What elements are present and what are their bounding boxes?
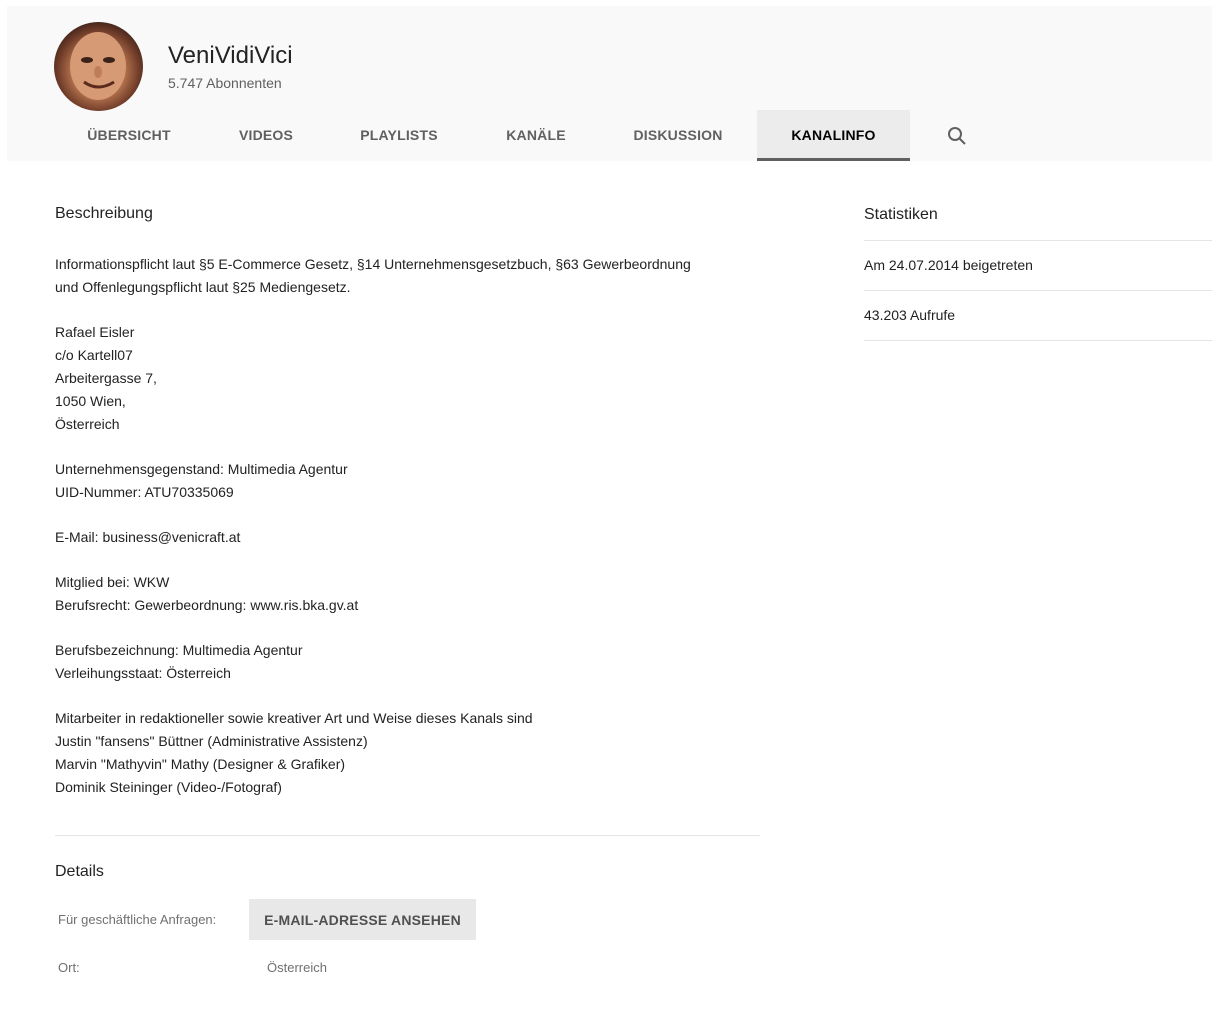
description-paragraph: Unternehmensgegenstand: Multimedia Agent… [55,458,765,504]
description-line: c/o Kartell07 [55,347,133,363]
business-inquiries-label: Für geschäftliche Anfragen: [58,912,217,927]
search-icon[interactable] [945,124,969,148]
description-line: Berufsrecht: Gewerbeordnung: www.ris.bka… [55,597,359,613]
tab-kanaele[interactable]: KANÄLE [469,110,603,161]
tab-kanalinfo[interactable]: KANALINFO [757,110,910,161]
description-line: Verleihungsstaat: Österreich [55,665,231,681]
description-line: und Offenlegungspflicht laut §25 Medieng… [55,279,351,295]
description-line: Justin "fansens" Büttner (Administrative… [55,733,368,749]
description-paragraph: Mitglied bei: WKW Berufsrecht: Gewerbeor… [55,571,765,617]
description-paragraph: Mitarbeiter in redaktioneller sowie krea… [55,707,765,799]
description-line: Dominik Steininger (Video-/Fotograf) [55,779,282,795]
description-body: Informationspflicht laut §5 E-Commerce G… [55,253,765,799]
tab-playlists[interactable]: PLAYLISTS [329,110,469,161]
description-line: E-Mail: business@venicraft.at [55,529,241,545]
details-title: Details [55,863,104,880]
description-line: Mitglied bei: WKW [55,574,170,590]
description-line: 1050 Wien, [55,393,126,409]
subscriber-count: 5.747 Abonnenten [168,75,282,91]
description-paragraph: Informationspflicht laut §5 E-Commerce G… [55,253,765,299]
description-line: Berufsbezeichnung: Multimedia Agentur [55,642,303,658]
tab-videos[interactable]: VIDEOS [203,110,329,161]
description-title: Beschreibung [55,205,153,222]
stat-views: 43.203 Aufrufe [864,290,1212,341]
description-line: UID-Nummer: ATU70335069 [55,484,234,500]
stat-joined: Am 24.07.2014 beigetreten [864,240,1212,289]
description-line: Marvin "Mathyvin" Mathy (Designer & Graf… [55,756,346,772]
view-email-button[interactable]: E-MAIL-ADRESSE ANSEHEN [249,899,476,940]
channel-avatar[interactable] [54,22,143,111]
channel-header: VeniVidiVici 5.747 Abonnenten ÜBERSICHT … [7,6,1212,161]
tab-uebersicht[interactable]: ÜBERSICHT [55,110,203,161]
description-paragraph: Berufsbezeichnung: Multimedia Agentur Ve… [55,639,765,685]
channel-tabs: ÜBERSICHT VIDEOS PLAYLISTS KANÄLE DISKUS… [7,110,1212,161]
tab-diskussion[interactable]: DISKUSSION [603,110,753,161]
description-paragraph: E-Mail: business@venicraft.at [55,526,765,549]
description-line: Arbeitergasse 7, [55,370,157,386]
description-line: Österreich [55,416,120,432]
location-value: Österreich [267,960,327,975]
stats-title: Statistiken [864,206,938,223]
description-line: Mitarbeiter in redaktioneller sowie krea… [55,710,533,726]
description-divider [55,835,760,836]
description-line: Rafael Eisler [55,324,135,340]
description-line: Informationspflicht laut §5 E-Commerce G… [55,256,691,272]
channel-name: VeniVidiVici [168,42,293,69]
description-line: Unternehmensgegenstand: Multimedia Agent… [55,461,348,477]
location-label: Ort: [58,960,80,975]
description-paragraph: Rafael Eisler c/o Kartell07 Arbeitergass… [55,321,765,436]
